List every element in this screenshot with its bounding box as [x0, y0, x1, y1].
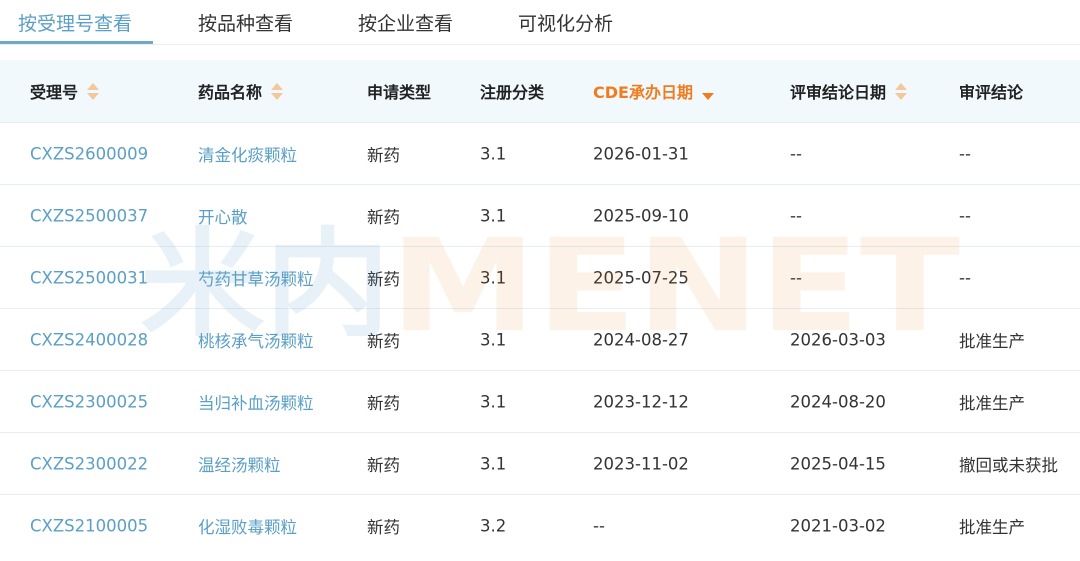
- registration-class: 3.1: [480, 454, 507, 473]
- table-row: CXZS2300022 温经汤颗粒 新药 3.1 2023-11-02 2025…: [0, 432, 1080, 494]
- table-row: CXZS2100005 化湿败毒颗粒 新药 3.2 -- 2021-03-02 …: [0, 494, 1080, 556]
- review-date: 2025-04-15: [790, 454, 886, 473]
- header-label: 注册分类: [480, 83, 545, 102]
- application-type: 新药: [367, 207, 400, 227]
- application-type: 新药: [367, 269, 400, 289]
- header-application-type: 申请类型: [367, 79, 431, 103]
- sort-icon[interactable]: [895, 82, 908, 100]
- cde-date: 2023-11-02: [593, 454, 689, 473]
- review-date: 2026-03-03: [790, 330, 886, 349]
- acceptance-no-link[interactable]: CXZS2600009: [30, 144, 148, 163]
- cde-date: 2025-07-25: [593, 268, 689, 287]
- review-result: --: [959, 268, 971, 287]
- acceptance-no-link[interactable]: CXZS2500031: [30, 268, 148, 287]
- registration-class: 3.2: [480, 516, 507, 535]
- header-cde-date[interactable]: CDE承办日期: [593, 79, 714, 103]
- registration-class: 3.1: [480, 144, 507, 163]
- acceptance-no-link[interactable]: CXZS2400028: [30, 330, 148, 349]
- table-row: CXZS2600009 清金化痰颗粒 新药 3.1 2026-01-31 -- …: [0, 122, 1080, 184]
- application-type: 新药: [367, 145, 400, 165]
- review-date: --: [790, 206, 802, 225]
- tab-by-company[interactable]: 按企业查看: [358, 9, 453, 36]
- review-result: 撤回或未获批: [959, 455, 1058, 475]
- cde-date: 2025-09-10: [593, 206, 689, 225]
- acceptance-no-link[interactable]: CXZS2300022: [30, 454, 148, 473]
- drug-name-link[interactable]: 开心散: [198, 204, 248, 228]
- review-date: 2021-03-02: [790, 516, 886, 535]
- application-type: 新药: [367, 455, 400, 475]
- review-date: --: [790, 144, 802, 163]
- header-drug-name[interactable]: 药品名称: [198, 79, 284, 103]
- acceptance-no-link[interactable]: CXZS2100005: [30, 516, 148, 535]
- header-acceptance-no[interactable]: 受理号: [30, 79, 100, 103]
- header-review-date[interactable]: 评审结论日期: [790, 79, 908, 103]
- drug-name-link[interactable]: 化湿败毒颗粒: [198, 514, 297, 538]
- header-label: 受理号: [30, 83, 79, 102]
- review-result: 批准生产: [959, 393, 1025, 413]
- cde-date: 2026-01-31: [593, 144, 689, 163]
- acceptance-no-link[interactable]: CXZS2500037: [30, 206, 148, 225]
- cde-date: 2023-12-12: [593, 392, 689, 411]
- registration-class: 3.1: [480, 268, 507, 287]
- active-tab-indicator: [0, 41, 153, 44]
- cde-date: --: [593, 516, 605, 535]
- review-date: 2024-08-20: [790, 392, 886, 411]
- table-row: CXZS2300025 当归补血汤颗粒 新药 3.1 2023-12-12 20…: [0, 370, 1080, 432]
- drug-name-link[interactable]: 清金化痰颗粒: [198, 142, 297, 166]
- cde-date: 2024-08-27: [593, 330, 689, 349]
- tab-by-variety[interactable]: 按品种查看: [198, 9, 293, 36]
- header-label: CDE承办日期: [593, 83, 693, 102]
- registration-class: 3.1: [480, 392, 507, 411]
- registration-class: 3.1: [480, 330, 507, 349]
- table-row: CXZS2500031 芍药甘草汤颗粒 新药 3.1 2025-07-25 --…: [0, 246, 1080, 308]
- header-label: 药品名称: [198, 83, 263, 102]
- sort-icon[interactable]: [87, 82, 100, 100]
- application-type: 新药: [367, 393, 400, 413]
- review-result: 批准生产: [959, 331, 1025, 351]
- drug-name-link[interactable]: 当归补血汤颗粒: [198, 390, 314, 414]
- table-row: CXZS2400028 桃核承气汤颗粒 新药 3.1 2024-08-27 20…: [0, 308, 1080, 370]
- header-label: 申请类型: [367, 83, 432, 102]
- review-date: --: [790, 268, 802, 287]
- header-review-result: 审评结论: [959, 79, 1023, 103]
- table-header: 受理号 药品名称 申请类型 注册分类 CDE承办日期 评审结论日期 审评结论: [0, 60, 1080, 122]
- drug-name-link[interactable]: 芍药甘草汤颗粒: [198, 266, 314, 290]
- header-registration-class: 注册分类: [480, 79, 544, 103]
- sort-icon[interactable]: [271, 82, 284, 100]
- registration-class: 3.1: [480, 206, 507, 225]
- application-type: 新药: [367, 331, 400, 351]
- tab-by-acceptance-no[interactable]: 按受理号查看: [18, 9, 132, 36]
- application-type: 新药: [367, 517, 400, 537]
- sort-desc-icon[interactable]: [701, 83, 714, 100]
- acceptance-no-link[interactable]: CXZS2300025: [30, 392, 148, 411]
- page: 按受理号查看 按品种查看 按企业查看 可视化分析 受理号 药品名称 申请类型 注…: [0, 0, 1080, 561]
- table-row: CXZS2500037 开心散 新药 3.1 2025-09-10 -- --: [0, 184, 1080, 246]
- results-table: 受理号 药品名称 申请类型 注册分类 CDE承办日期 评审结论日期 审评结论 C…: [0, 60, 1080, 556]
- review-result: --: [959, 206, 971, 225]
- header-label: 评审结论日期: [790, 83, 887, 102]
- drug-name-link[interactable]: 桃核承气汤颗粒: [198, 328, 314, 352]
- review-result: 批准生产: [959, 517, 1025, 537]
- drug-name-link[interactable]: 温经汤颗粒: [198, 452, 281, 476]
- tab-visual-analysis[interactable]: 可视化分析: [518, 9, 613, 36]
- review-result: --: [959, 144, 971, 163]
- view-tabs: 按受理号查看 按品种查看 按企业查看 可视化分析: [0, 0, 1080, 45]
- header-label: 审评结论: [959, 83, 1024, 102]
